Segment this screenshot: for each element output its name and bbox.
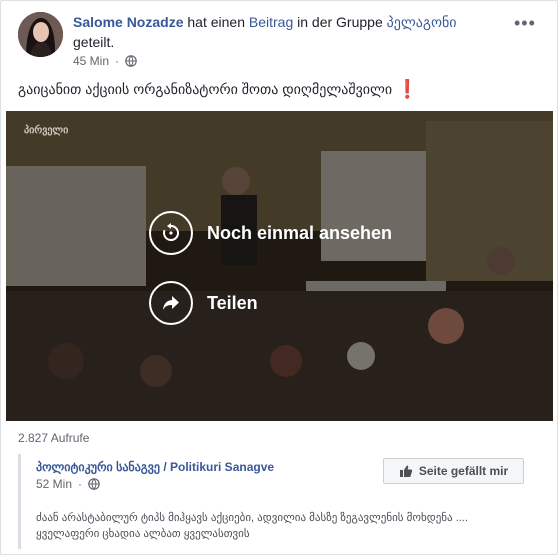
thumbs-up-icon bbox=[399, 465, 413, 477]
shared-text-line-1: ძაან არასტაბილურ ტიპს მიჰყავს აქციები, ა… bbox=[36, 512, 468, 524]
like-page-button[interactable]: Seite gefällt mir bbox=[383, 458, 524, 484]
share-icon bbox=[149, 281, 193, 325]
post-card: Salome Nozadze hat einen Beitrag in der … bbox=[0, 0, 558, 555]
author-avatar[interactable] bbox=[18, 12, 63, 57]
more-options-icon[interactable]: ••• bbox=[514, 13, 536, 34]
group-link[interactable]: პელაგონი bbox=[387, 14, 457, 30]
video-end-overlay bbox=[6, 111, 553, 421]
video-player[interactable]: პირველი Noch einmal ansehen Teilen bbox=[6, 111, 553, 421]
post-link[interactable]: Beitrag bbox=[249, 14, 293, 30]
replay-button[interactable]: Noch einmal ansehen bbox=[149, 211, 392, 255]
channel-watermark: პირველი bbox=[24, 125, 69, 136]
shared-post-text: ძაან არასტაბილურ ტიპს მიჰყავს აქციები, ა… bbox=[36, 510, 546, 542]
replay-icon bbox=[149, 211, 193, 255]
shared-post: პოლიტიკური სანაგვე / Politikuri Sanagve … bbox=[18, 454, 543, 549]
share-button[interactable]: Teilen bbox=[149, 281, 258, 325]
shared-post-time[interactable]: 52 Min bbox=[36, 477, 72, 491]
post-meta: 45 Min · bbox=[73, 54, 137, 68]
view-count: 2.827 Aufrufe bbox=[18, 431, 90, 445]
shared-page-name[interactable]: პოლიტიკური სანაგვე / Politikuri Sanagve bbox=[36, 460, 274, 474]
action-text-post: geteilt. bbox=[73, 34, 115, 50]
post-header: Salome Nozadze hat einen Beitrag in der … bbox=[73, 12, 503, 52]
globe-icon[interactable] bbox=[88, 478, 100, 490]
shared-text-line-2: ყველაფერი ცხადია ალბათ ყველასთვის bbox=[36, 528, 250, 540]
share-label: Teilen bbox=[207, 292, 258, 313]
avatar-image bbox=[18, 12, 63, 57]
post-time[interactable]: 45 Min bbox=[73, 54, 109, 68]
post-body: გაიცანით აქციის ორგანიზატორი შოთა დიღმელ… bbox=[18, 79, 419, 99]
like-page-label: Seite gefällt mir bbox=[418, 464, 509, 478]
globe-icon[interactable] bbox=[125, 55, 137, 67]
action-text-mid: in der Gruppe bbox=[297, 14, 383, 30]
post-text: გაიცანით აქციის ორგანიზატორი შოთა დიღმელ… bbox=[18, 81, 393, 97]
author-name[interactable]: Salome Nozadze bbox=[73, 14, 183, 30]
replay-label: Noch einmal ansehen bbox=[207, 222, 393, 243]
action-text-pre: hat einen bbox=[187, 14, 245, 30]
shared-post-meta: 52 Min · bbox=[36, 477, 100, 491]
exclamation-emoji: ❗ bbox=[396, 79, 419, 99]
